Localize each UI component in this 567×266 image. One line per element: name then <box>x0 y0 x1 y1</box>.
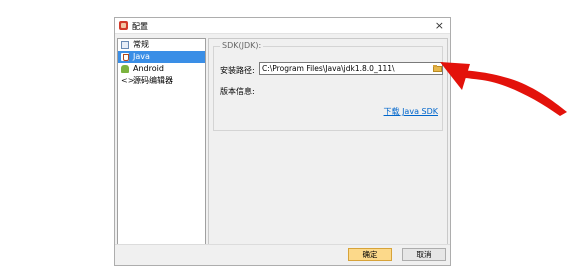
app-icon <box>119 21 128 30</box>
sidebar-item-label: 源码编辑器 <box>133 76 173 85</box>
sidebar-item-code-editor[interactable]: <> 源码编辑器 <box>118 75 205 87</box>
arrow-shaft <box>452 70 567 116</box>
settings-page-icon <box>121 41 129 49</box>
cancel-button[interactable]: 取消 <box>402 248 446 261</box>
config-dialog: 配置 × 常规 Java Android <> 源码编辑器 SDK(JDK): … <box>114 17 451 266</box>
sidebar-item-general[interactable]: 常规 <box>118 39 205 51</box>
sidebar-item-label: Java <box>133 52 150 61</box>
sidebar-item-label: 常规 <box>133 40 149 49</box>
title-bar: 配置 × <box>115 18 450 34</box>
install-path-label: 安装路径: <box>220 66 255 75</box>
dialog-footer: 确定 取消 <box>115 244 450 265</box>
sidebar-item-label: Android <box>133 64 164 73</box>
code-editor-icon: <> <box>121 76 135 85</box>
install-path-input[interactable]: C:\Program Files\Java\jdk1.8.0_111\ <box>259 62 443 75</box>
sidebar-item-android[interactable]: Android <box>118 63 205 75</box>
sdk-group-title: SDK(JDK): <box>220 41 264 50</box>
ok-button[interactable]: 确定 <box>348 248 392 261</box>
download-java-sdk-link[interactable]: 下载 Java SDK <box>384 106 438 117</box>
java-icon <box>121 53 129 61</box>
version-info-label: 版本信息: <box>220 87 255 96</box>
sdk-groupbox: SDK(JDK): 安装路径: C:\Program Files\Java\jd… <box>213 41 443 131</box>
android-icon <box>121 65 129 73</box>
folder-browse-icon[interactable] <box>432 63 443 74</box>
settings-panel: SDK(JDK): 安装路径: C:\Program Files\Java\jd… <box>208 38 448 262</box>
window-title: 配置 <box>132 22 148 31</box>
close-icon[interactable]: × <box>435 19 444 32</box>
sidebar: 常规 Java Android <> 源码编辑器 <box>117 38 206 260</box>
sidebar-item-java[interactable]: Java <box>118 51 205 63</box>
